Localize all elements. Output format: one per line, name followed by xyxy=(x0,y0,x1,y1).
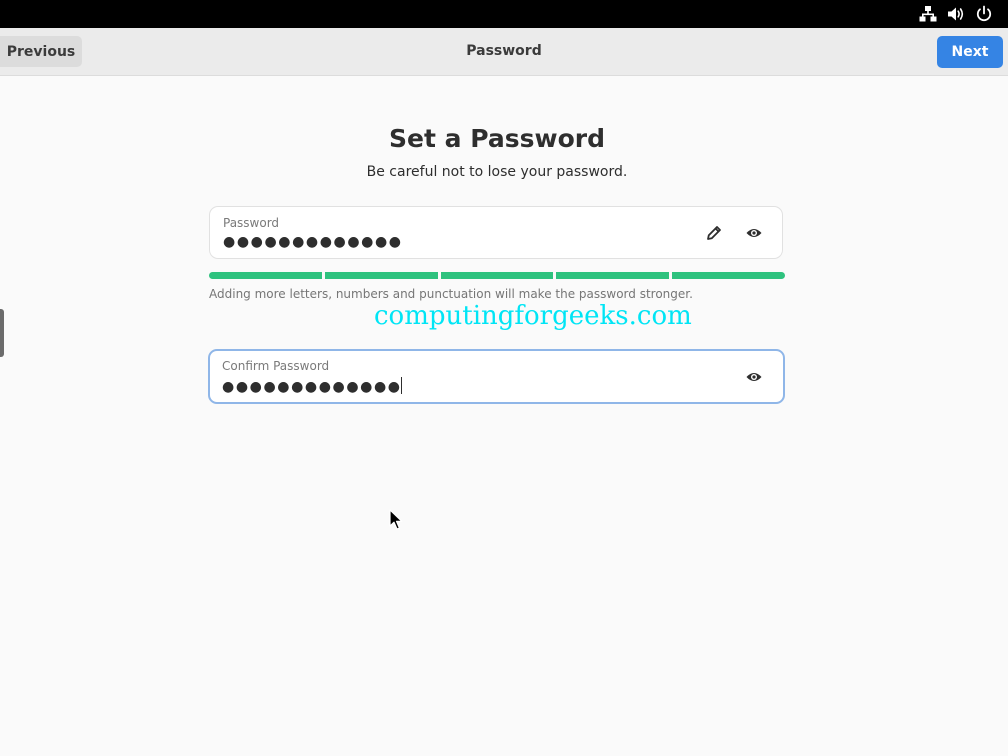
edge-handle xyxy=(0,309,4,357)
previous-button[interactable]: Previous xyxy=(0,36,82,67)
network-wired-icon[interactable] xyxy=(919,5,937,23)
password-strength-meter xyxy=(209,272,785,279)
confirm-password-field[interactable]: Confirm Password ●●●●●●●●●●●●● xyxy=(208,349,785,404)
mouse-pointer-icon xyxy=(389,509,403,530)
strength-segment xyxy=(556,272,670,279)
confirm-password-dots: ●●●●●●●●●●●●● xyxy=(222,379,402,395)
next-button[interactable]: Next xyxy=(937,36,1003,68)
show-password-eye-icon[interactable] xyxy=(745,224,763,242)
password-field-value[interactable]: ●●●●●●●●●●●●● xyxy=(223,234,403,250)
strength-segment xyxy=(324,272,438,279)
header-bar: Password Previous Next xyxy=(0,28,1008,76)
strength-segment xyxy=(672,272,785,279)
header-title: Password xyxy=(466,43,542,59)
power-icon[interactable] xyxy=(975,5,993,23)
page-subtitle: Be careful not to lose your password. xyxy=(366,164,628,180)
system-top-bar xyxy=(0,0,1008,28)
show-password-eye-icon[interactable] xyxy=(745,368,763,386)
page-heading: Set a Password xyxy=(389,124,605,153)
password-hint: Adding more letters, numbers and punctua… xyxy=(209,287,693,301)
text-caret xyxy=(400,377,402,394)
confirm-password-field-value[interactable]: ●●●●●●●●●●●●● xyxy=(222,377,402,395)
password-field[interactable]: Password ●●●●●●●●●●●●● xyxy=(209,206,783,259)
volume-icon[interactable] xyxy=(947,5,965,23)
confirm-password-field-label: Confirm Password xyxy=(222,359,330,373)
password-field-label: Password xyxy=(223,216,280,230)
edit-pencil-icon[interactable] xyxy=(705,224,723,242)
watermark: computingforgeeks.com xyxy=(374,301,692,331)
strength-segment xyxy=(209,272,322,279)
strength-segment xyxy=(440,272,554,279)
